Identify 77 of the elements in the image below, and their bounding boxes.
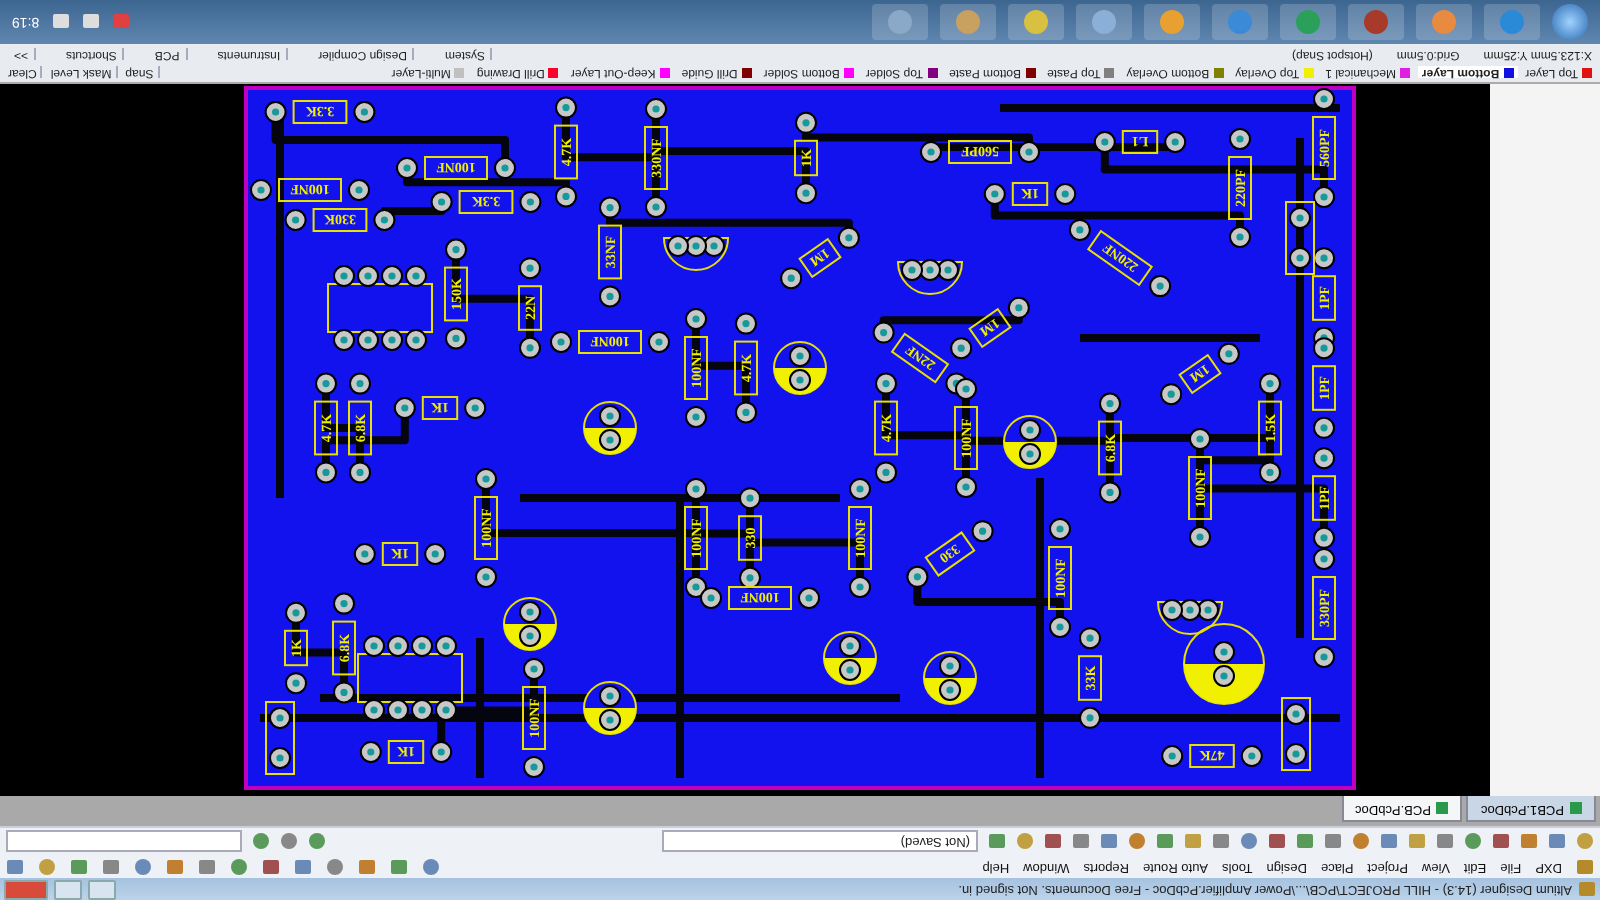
ic-footprint: [327, 265, 433, 352]
component-footprint: [734, 312, 758, 424]
ic-footprint: [357, 635, 463, 722]
maximize-button[interactable]: [54, 879, 82, 900]
component-footprint: [906, 520, 994, 589]
component-footprint: [359, 740, 453, 765]
transistor-footprint: [663, 235, 729, 272]
component-footprint: [474, 468, 498, 589]
component-footprint: [1078, 627, 1102, 730]
component-footprint: [794, 112, 818, 205]
electrolytic-capacitor-footprint: [923, 651, 977, 706]
component-footprint: [264, 100, 376, 125]
electrolytic-capacitor-footprint: [773, 341, 827, 396]
app-icon[interactable]: [940, 3, 996, 40]
component-footprint: [314, 372, 338, 484]
component-footprint: [1188, 428, 1212, 549]
app-icon[interactable]: [1348, 3, 1404, 40]
close-button[interactable]: [4, 879, 48, 900]
app-icon[interactable]: [1008, 3, 1064, 40]
component-footprint: [1312, 337, 1336, 440]
component-footprint: [550, 330, 670, 355]
component-footprint: [780, 227, 860, 290]
input-field[interactable]: [6, 830, 242, 853]
component-footprint: [644, 98, 668, 219]
app-icon[interactable]: [1144, 3, 1200, 40]
connector-footprint: [1281, 697, 1311, 772]
component-footprint: [684, 308, 708, 429]
app-icon[interactable]: [1416, 3, 1472, 40]
app-icon[interactable]: [872, 3, 928, 40]
component-footprint: [332, 592, 356, 704]
component-footprint: [1048, 518, 1072, 639]
component-footprint: [250, 178, 370, 203]
component-footprint: [284, 602, 308, 695]
copper-trace: [380, 202, 446, 221]
component-footprint: [1161, 744, 1263, 769]
component-footprint: [348, 372, 372, 484]
component-footprint: [1228, 128, 1252, 249]
component-footprint: [1098, 392, 1122, 504]
app-icon[interactable]: [1280, 3, 1336, 40]
component-footprint: [920, 140, 1040, 165]
minimize-button[interactable]: [88, 879, 116, 900]
electrolytic-capacitor-footprint: [823, 631, 877, 686]
component-footprint: [393, 396, 487, 421]
electrolytic-capacitor-footprint: [503, 597, 557, 652]
component-footprint: [444, 238, 468, 350]
transistor-footprint: [1157, 599, 1223, 636]
app-icon[interactable]: [1212, 3, 1268, 40]
pcb-file-icon: [1570, 802, 1582, 815]
start-button[interactable]: [1552, 3, 1588, 40]
component-footprint: [554, 96, 578, 208]
component-footprint: [430, 190, 542, 215]
electrolytic-capacitor-footprint: [1003, 415, 1057, 470]
component-footprint: [1093, 130, 1187, 155]
electrolytic-capacitor-footprint: [583, 401, 637, 456]
component-footprint: [284, 208, 396, 233]
component-footprint: [1160, 343, 1240, 406]
component-footprint: [848, 478, 872, 599]
component-footprint: [598, 196, 622, 308]
transistor-footprint: [897, 259, 963, 296]
electrolytic-capacitor-footprint: [1183, 623, 1265, 706]
component-footprint: [353, 542, 447, 567]
component-footprint: [983, 182, 1077, 207]
component-footprint: [518, 257, 542, 360]
component-footprint: [522, 658, 546, 779]
component-footprint: [1312, 88, 1336, 209]
component-footprint: [396, 156, 516, 181]
component-footprint: [1068, 219, 1172, 298]
app-icon[interactable]: [1484, 3, 1540, 40]
connector-footprint: [1285, 201, 1315, 276]
component-footprint: [1312, 447, 1336, 550]
component-footprint: [1258, 372, 1282, 484]
pcb-file-icon: [1436, 802, 1449, 815]
electrolytic-capacitor-footprint: [583, 681, 637, 736]
component-footprint: [1312, 548, 1336, 669]
component-footprint: [950, 297, 1030, 360]
connector-footprint: [265, 701, 295, 776]
app-icon[interactable]: [1076, 3, 1132, 40]
